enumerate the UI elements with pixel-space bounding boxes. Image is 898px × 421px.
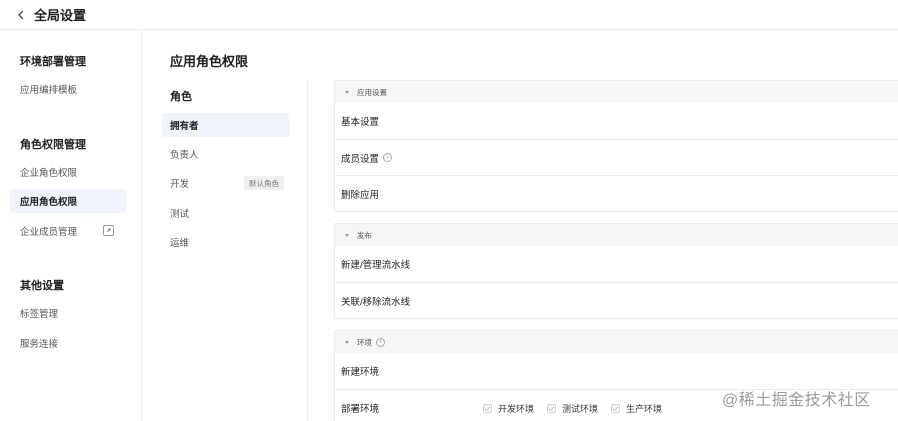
checkbox-label: 生产环境 [626, 403, 663, 414]
section-header[interactable]: 应用设置 [335, 81, 898, 103]
roles-list: 角色 拥有者 负责人 开发 默认角色 测试 运维 [142, 80, 308, 421]
checkbox-prod-env[interactable]: 生产环境 [611, 402, 662, 415]
checkmark-icon[interactable] [483, 403, 492, 413]
page-title: 应用角色权限 [170, 54, 249, 69]
permission-row-link-pipeline: 关联/移除流水线 [335, 282, 898, 318]
sidebar-item-app-role-permissions[interactable]: 应用角色权限 [10, 189, 126, 213]
permission-row-create-pipeline: 新建/管理流水线 [335, 246, 898, 282]
sidebar-group-env-deploy: 环境部署管理 [20, 56, 86, 68]
permission-label: 部署环境 [341, 403, 380, 415]
permission-section-release: 发布 新建/管理流水线 关联/移除流水线 [334, 223, 898, 319]
role-item-label: 开发 [170, 179, 190, 190]
permission-label: 成员设置 [341, 153, 380, 165]
permission-row-create-env: 新建环境 [335, 353, 898, 389]
permission-section-app-settings: 应用设置 基本设置 成员设置 i 删除应用 [334, 80, 898, 212]
checkmark-icon[interactable] [547, 403, 557, 413]
sidebar-item-enterprise-role-permissions[interactable]: 企业角色权限 [10, 160, 126, 184]
sidebar-item-service-connection[interactable]: 服务连接 [10, 331, 126, 355]
back-arrow-icon[interactable] [14, 8, 28, 22]
watermark: @稀土掘金技术社区 [722, 392, 871, 409]
checkmark-icon[interactable] [611, 403, 621, 413]
permission-label: 新建/管理流水线 [341, 260, 411, 271]
roles-header: 角色 [170, 91, 192, 103]
section-title: 应用设置 [357, 87, 387, 97]
role-item-ops[interactable]: 运维 [162, 230, 290, 254]
permission-row-basic-settings: 基本设置 [335, 103, 898, 139]
sidebar: 环境部署管理 应用编排模板 角色权限管理 企业角色权限 应用角色权限 企业成员管… [0, 31, 142, 421]
info-icon[interactable]: i [376, 337, 385, 347]
section-header[interactable]: 环境 i [335, 331, 898, 353]
section-title: 环境 [357, 337, 372, 347]
sidebar-group-role-permissions: 角色权限管理 [20, 139, 86, 151]
permission-label: 删除应用 [341, 189, 380, 201]
caret-down-icon [345, 340, 349, 344]
sidebar-group-other-settings: 其他设置 [20, 280, 64, 292]
permission-label: 基本设置 [341, 117, 380, 128]
sidebar-item-label: 企业成员管理 [20, 227, 78, 238]
checkbox-label: 测试环境 [562, 403, 599, 414]
role-item-owner[interactable]: 拥有者 [162, 113, 290, 137]
top-bar: 全局设置 [0, 0, 898, 30]
section-header[interactable]: 发布 [335, 224, 898, 246]
section-title: 发布 [357, 230, 372, 240]
checkbox-label: 开发环境 [498, 403, 535, 414]
env-checkbox-group: 开发环境 测试环境 生产环境 [483, 390, 675, 421]
info-icon[interactable]: i [383, 153, 393, 162]
sidebar-item-tag-management[interactable]: 标签管理 [10, 301, 126, 325]
checkbox-test-env[interactable]: 测试环境 [547, 402, 598, 415]
role-item-manager[interactable]: 负责人 [162, 142, 290, 166]
role-item-tester[interactable]: 测试 [162, 201, 290, 225]
page-header-title: 全局设置 [34, 8, 87, 23]
sidebar-item-app-template[interactable]: 应用编排模板 [10, 77, 126, 101]
permission-row-member-settings: 成员设置 i [335, 139, 898, 175]
permission-row-delete-app: 删除应用 [335, 175, 898, 211]
caret-down-icon [345, 90, 349, 94]
checkbox-dev-env[interactable]: 开发环境 [483, 402, 534, 415]
permission-label: 新建环境 [341, 367, 380, 378]
external-link-icon [103, 225, 114, 236]
default-role-badge: 默认角色 [244, 176, 284, 190]
sidebar-item-enterprise-members[interactable]: 企业成员管理 [10, 219, 126, 243]
permission-label: 关联/移除流水线 [341, 296, 411, 308]
role-item-developer[interactable]: 开发 默认角色 [162, 171, 290, 195]
caret-down-icon [345, 233, 349, 237]
